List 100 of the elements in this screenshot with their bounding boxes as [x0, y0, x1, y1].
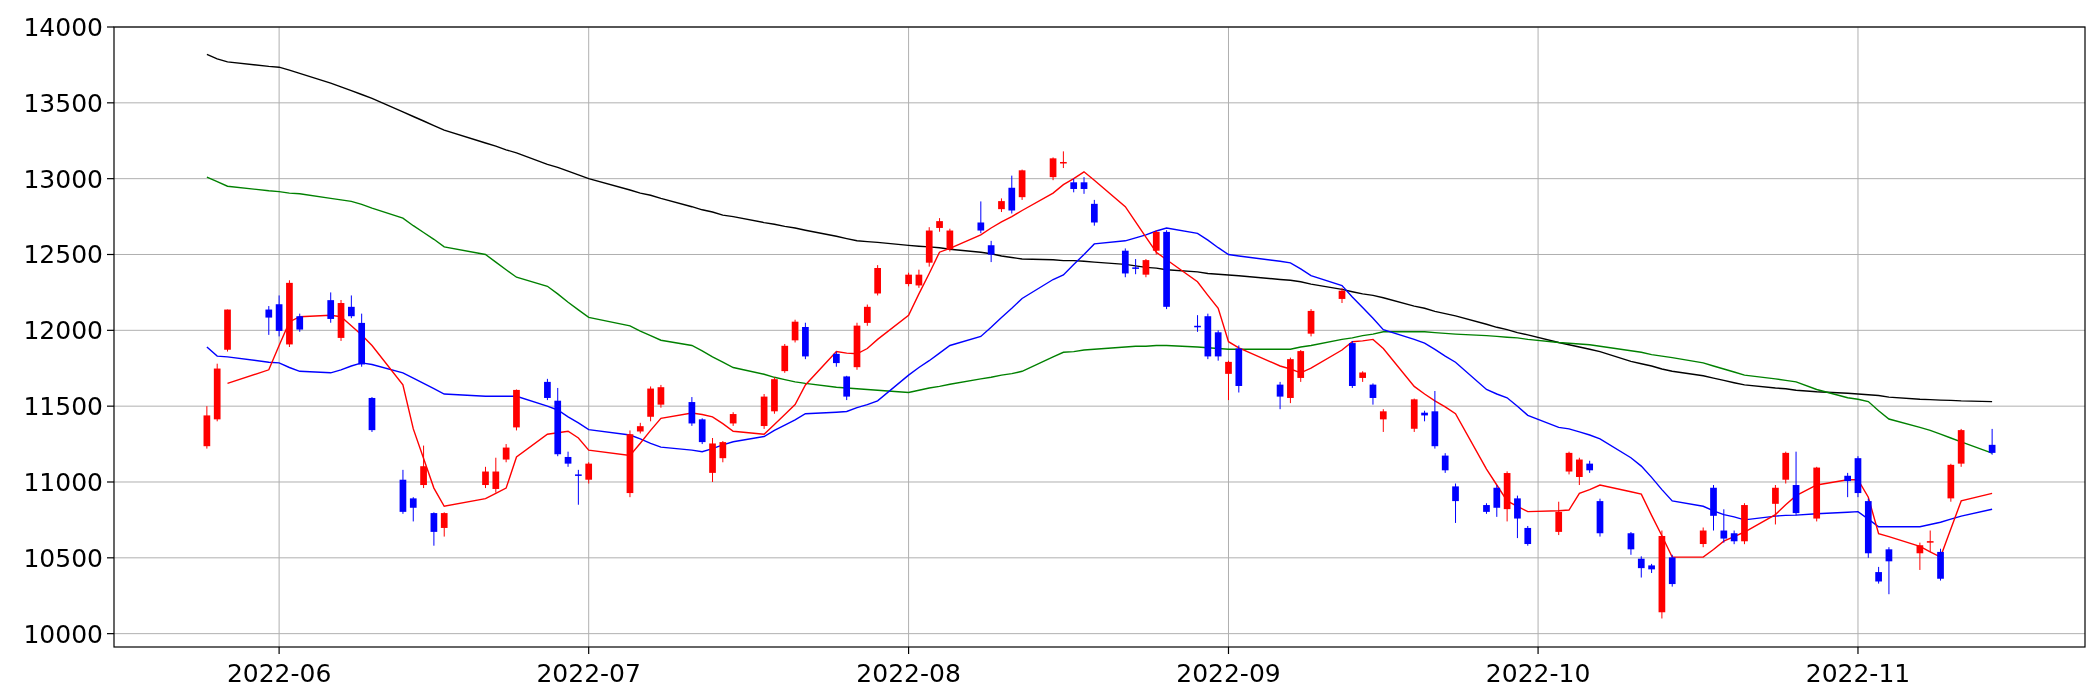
candlestick — [987, 240, 995, 263]
candlestick — [1483, 502, 1490, 515]
tick-label: 13500 — [23, 88, 103, 118]
tick-label: 2022-07 — [536, 659, 641, 688]
candlestick — [348, 294, 355, 319]
candlestick — [760, 393, 768, 430]
candlestick — [1152, 229, 1160, 255]
candlestick — [430, 511, 438, 547]
candlestick — [1348, 340, 1356, 389]
candlestick — [399, 469, 407, 515]
candlestick — [1926, 530, 1934, 553]
candlestick — [1431, 390, 1439, 450]
candlestick — [1627, 531, 1635, 556]
tick-label: 2022-06 — [226, 659, 332, 688]
tick-label: 2022-08 — [856, 659, 961, 688]
candlestick — [636, 422, 644, 434]
candlestick — [213, 363, 221, 422]
candlestick — [1070, 178, 1078, 193]
tick-label: 12500 — [23, 240, 103, 270]
candlestick — [1235, 345, 1243, 393]
tick-label: 12000 — [23, 316, 103, 346]
candlestick — [647, 385, 654, 422]
candlestick — [915, 269, 923, 289]
candlestick — [1741, 502, 1748, 545]
candlestick — [1132, 258, 1139, 275]
candlestick — [1214, 329, 1222, 362]
tick-label: 10500 — [23, 543, 103, 573]
candlestick — [296, 313, 304, 333]
candlestick — [1947, 463, 1955, 503]
candlestick — [1875, 566, 1882, 585]
candlestick — [781, 343, 789, 374]
candlestick — [224, 309, 231, 353]
tick-label: 13000 — [23, 164, 103, 194]
candlestick — [1452, 483, 1459, 524]
candlestick — [863, 304, 871, 327]
candlestick — [1699, 527, 1707, 548]
candlestick — [1091, 199, 1098, 227]
candlestick — [203, 405, 211, 450]
tick-label: 11000 — [23, 468, 103, 497]
candlestick — [286, 279, 293, 348]
candlestick — [1988, 428, 1996, 456]
candlestick — [946, 228, 954, 252]
candlestick — [513, 389, 520, 431]
candlestick — [1297, 349, 1305, 383]
candlestick — [843, 375, 851, 401]
candlestick — [1421, 410, 1428, 422]
candlestick — [833, 351, 840, 368]
candlestick — [1854, 455, 1862, 498]
candlestick — [440, 511, 448, 538]
candlestick — [1565, 451, 1573, 475]
candlestick — [1730, 530, 1738, 545]
candlestick — [492, 457, 500, 494]
candlestick — [874, 264, 881, 296]
candlestick — [1637, 555, 1645, 579]
candlestick — [998, 197, 1005, 213]
candlestick — [544, 378, 551, 401]
candlestick — [771, 376, 778, 415]
candlestick — [1018, 169, 1026, 201]
candlestick — [1410, 398, 1418, 433]
candlestick — [698, 417, 706, 445]
candlestick — [1441, 452, 1449, 474]
candlestick — [657, 384, 665, 409]
candlestick — [1782, 451, 1790, 484]
candlestick — [1586, 460, 1594, 474]
candlestick — [1524, 525, 1532, 547]
candlestick — [1287, 357, 1294, 404]
candlestick — [1080, 176, 1088, 195]
candlestick — [1514, 495, 1521, 539]
candlestick — [1813, 466, 1821, 522]
tick-label: 2022-10 — [1485, 659, 1591, 688]
candlestick — [1503, 470, 1511, 522]
candlestick — [1648, 563, 1655, 574]
candlestick — [1885, 546, 1893, 595]
candlestick — [585, 461, 593, 484]
candlestick — [1060, 150, 1067, 169]
candlestick — [1379, 408, 1387, 433]
candlestick — [1369, 382, 1377, 406]
tick-label: 2022-09 — [1176, 659, 1281, 688]
candlestick — [1194, 314, 1201, 333]
candlestick — [482, 466, 489, 489]
candlestick — [936, 217, 943, 233]
candlestick — [905, 272, 912, 287]
candlestick — [1937, 548, 1944, 582]
tick-label: 2022-11 — [1805, 659, 1911, 688]
candlestick — [1720, 508, 1728, 544]
candlestick — [1307, 308, 1315, 337]
candlestick — [1576, 457, 1583, 486]
candlestick — [1710, 484, 1717, 531]
candlestick — [1772, 484, 1779, 525]
candlestick — [1121, 247, 1129, 278]
candlestick — [358, 313, 365, 368]
candlestick — [709, 437, 716, 483]
candlestick — [719, 440, 727, 463]
tick-label: 10000 — [23, 619, 103, 649]
candlestick — [368, 396, 376, 433]
candlestick — [791, 319, 799, 343]
candlestick — [1008, 175, 1016, 215]
candlestick — [729, 411, 737, 427]
candlestick — [1338, 287, 1346, 304]
candlestick — [1596, 498, 1604, 538]
